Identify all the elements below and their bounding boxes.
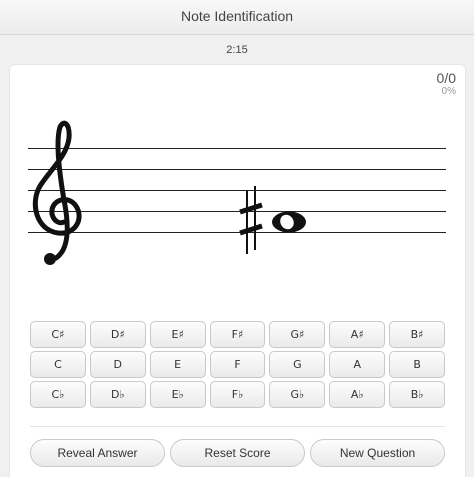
answer-grid: C♯ D♯ E♯ F♯ G♯ A♯ B♯ C D E F G A B C♭ D♭… (30, 321, 446, 411)
note-button-e[interactable]: E (149, 351, 206, 378)
note-button-a[interactable]: A (329, 351, 386, 378)
natural-row: C D E F G A B (30, 351, 446, 378)
note-button-b-flat[interactable]: B♭ (389, 381, 446, 408)
whole-note-icon (272, 211, 306, 233)
flat-row: C♭ D♭ E♭ F♭ G♭ A♭ B♭ (30, 381, 446, 408)
new-question-button[interactable]: New Question (310, 439, 445, 467)
note-button-g[interactable]: G (269, 351, 326, 378)
note-button-g-sharp[interactable]: G♯ (269, 321, 326, 348)
note-button-f-sharp[interactable]: F♯ (209, 321, 266, 348)
note-button-c-sharp[interactable]: C♯ (30, 321, 86, 348)
note-button-e-sharp[interactable]: E♯ (149, 321, 206, 348)
note-button-b-sharp[interactable]: B♯ (389, 321, 446, 348)
reset-score-button[interactable]: Reset Score (170, 439, 305, 467)
note-button-e-flat[interactable]: E♭ (149, 381, 206, 408)
divider (30, 426, 445, 427)
note-button-f-flat[interactable]: F♭ (209, 381, 266, 408)
note-button-d[interactable]: D (89, 351, 146, 378)
music-staff (28, 120, 446, 265)
note-button-g-flat[interactable]: G♭ (269, 381, 326, 408)
note-button-d-sharp[interactable]: D♯ (89, 321, 146, 348)
sharp-accidental-icon (239, 186, 263, 254)
note-button-b[interactable]: B (389, 351, 446, 378)
note-button-a-flat[interactable]: A♭ (329, 381, 386, 408)
action-bar: Reveal Answer Reset Score New Question (30, 439, 445, 467)
treble-clef-icon (32, 120, 82, 265)
note-button-a-sharp[interactable]: A♯ (329, 321, 386, 348)
sharp-row: C♯ D♯ E♯ F♯ G♯ A♯ B♯ (30, 321, 446, 348)
note-button-d-flat[interactable]: D♭ (89, 381, 146, 408)
note-button-f[interactable]: F (209, 351, 266, 378)
note-button-c[interactable]: C (30, 351, 86, 378)
note-button-c-flat[interactable]: C♭ (30, 381, 86, 408)
reveal-answer-button[interactable]: Reveal Answer (30, 439, 165, 467)
